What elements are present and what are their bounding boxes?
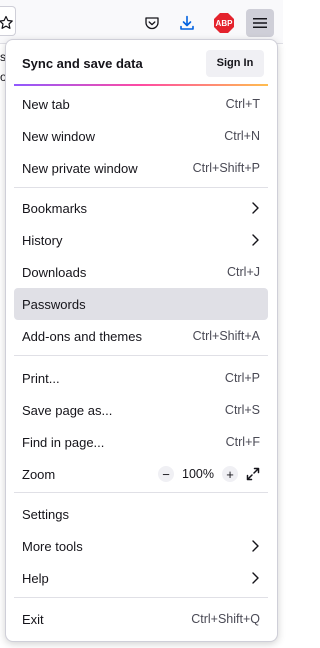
menu-separator xyxy=(14,355,268,356)
menu-item-label: Settings xyxy=(22,506,69,522)
menu-item-shortcut: Ctrl+T xyxy=(225,97,260,111)
zoom-out-button[interactable]: − xyxy=(158,466,174,482)
menu-item-shortcut: Ctrl+N xyxy=(224,129,260,143)
hamburger-icon xyxy=(253,18,267,28)
menu-item-label: Passwords xyxy=(22,296,86,312)
menu-item-save-page-as[interactable]: Save page as... Ctrl+S xyxy=(14,394,268,426)
menu-item-label: More tools xyxy=(22,538,83,554)
sync-section: Sync and save data Sign In xyxy=(14,48,268,78)
chevron-right-icon xyxy=(250,571,260,585)
menu-item-shortcut: Ctrl+P xyxy=(224,371,260,385)
menu-item-label: New private window xyxy=(22,160,138,176)
downloads-icon[interactable] xyxy=(173,9,201,37)
menu-item-label: Save page as... xyxy=(22,402,113,418)
menu-item-passwords[interactable]: Passwords xyxy=(14,288,268,320)
menu-item-shortcut: Ctrl+Shift+P xyxy=(192,161,260,175)
zoom-value[interactable]: 100% xyxy=(182,467,214,481)
sync-accent-divider xyxy=(14,84,268,86)
menu-item-history[interactable]: History xyxy=(14,224,268,256)
menu-separator xyxy=(14,187,268,188)
zoom-label: Zoom xyxy=(22,466,56,482)
pocket-icon[interactable] xyxy=(138,9,166,37)
menu-item-label: Add-ons and themes xyxy=(22,328,142,344)
menu-item-label: History xyxy=(22,232,63,248)
menu-item-new-tab[interactable]: New tab Ctrl+T xyxy=(14,88,268,120)
menu-item-new-window[interactable]: New window Ctrl+N xyxy=(14,120,268,152)
menu-item-shortcut: Ctrl+Shift+A xyxy=(192,329,260,343)
menu-item-label: New tab xyxy=(22,96,70,112)
adblock-plus-icon[interactable]: ABP xyxy=(210,9,238,37)
bookmark-star-icon[interactable] xyxy=(0,9,20,37)
menu-item-label: Bookmarks xyxy=(22,200,88,216)
menu-item-shortcut: Ctrl+J xyxy=(227,265,260,279)
chevron-right-icon xyxy=(250,201,260,215)
app-menu-button[interactable] xyxy=(246,9,274,37)
menu-item-print[interactable]: Print... Ctrl+P xyxy=(14,362,268,394)
sign-in-button[interactable]: Sign In xyxy=(206,49,264,77)
menu-item-zoom: Zoom − 100% + xyxy=(14,458,268,490)
browser-toolbar: ABP xyxy=(0,0,283,44)
menu-separator xyxy=(14,597,268,598)
menu-item-exit[interactable]: Exit Ctrl+Shift+Q xyxy=(14,603,268,635)
menu-item-help[interactable]: Help xyxy=(14,562,268,594)
fullscreen-icon[interactable] xyxy=(246,467,260,481)
zoom-in-button[interactable]: + xyxy=(222,466,238,482)
menu-item-label: Downloads xyxy=(22,264,87,280)
menu-item-label: Find in page... xyxy=(22,434,105,450)
menu-item-label: Print... xyxy=(22,370,60,386)
chevron-right-icon xyxy=(250,233,260,247)
menu-item-new-private-window[interactable]: New private window Ctrl+Shift+P xyxy=(14,152,268,184)
menu-item-shortcut: Ctrl+Shift+Q xyxy=(191,612,260,626)
menu-item-settings[interactable]: Settings xyxy=(14,498,268,530)
menu-item-shortcut: Ctrl+S xyxy=(224,403,260,417)
menu-item-bookmarks[interactable]: Bookmarks xyxy=(14,192,268,224)
menu-item-addons-and-themes[interactable]: Add-ons and themes Ctrl+Shift+A xyxy=(14,320,268,352)
menu-item-label: New window xyxy=(22,128,95,144)
menu-item-find-in-page[interactable]: Find in page... Ctrl+F xyxy=(14,426,268,458)
sync-title: Sync and save data xyxy=(22,55,143,71)
menu-item-label: Exit xyxy=(22,611,44,627)
chevron-right-icon xyxy=(250,539,260,553)
zoom-controls: − 100% + xyxy=(158,466,260,482)
menu-separator xyxy=(14,492,268,493)
menu-item-label: Help xyxy=(22,570,49,586)
app-menu-panel: Sync and save data Sign In New tab Ctrl+… xyxy=(5,39,278,642)
menu-item-shortcut: Ctrl+F xyxy=(225,435,260,449)
menu-item-downloads[interactable]: Downloads Ctrl+J xyxy=(14,256,268,288)
abp-badge: ABP xyxy=(214,13,234,33)
menu-item-more-tools[interactable]: More tools xyxy=(14,530,268,562)
